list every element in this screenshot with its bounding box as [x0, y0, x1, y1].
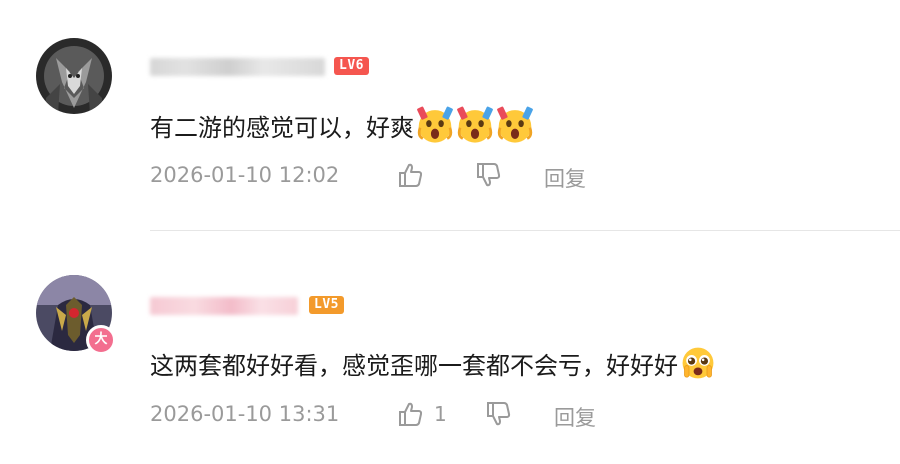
thumbs-down-icon[interactable] [484, 399, 514, 429]
comment-text: 有二游的感觉可以，好爽 [150, 106, 534, 144]
timestamp: 2026-01-10 13:31 [150, 402, 340, 426]
pleading-face-emoji [682, 347, 714, 379]
avatar[interactable] [36, 38, 112, 114]
badge-da-text: 大 [94, 332, 108, 347]
thumbs-up-icon[interactable] [396, 399, 426, 429]
screaming-face-emoji [497, 106, 533, 143]
username-blurred[interactable] [150, 58, 325, 76]
thumbs-down-icon[interactable] [474, 160, 504, 190]
screaming-face-emoji [457, 106, 493, 143]
comment-meta: 2026-01-10 13:31 1 回复 [150, 399, 850, 432]
comment-text-content: 有二游的感觉可以，好爽 [150, 113, 414, 142]
reply-button[interactable]: 回复 [544, 163, 586, 193]
like-count: 1 [434, 402, 447, 426]
comment-text: 这两套都好好看，感觉歪哪一套都不会亏，好好好 [150, 345, 716, 381]
comment-item: 大 LV5 这两套都好好看，感觉歪哪一套都不会亏，好好好 2026-01-10 … [0, 231, 900, 464]
level-badge: LV6 [334, 57, 369, 75]
reply-button[interactable]: 回复 [554, 402, 596, 432]
comment-meta: 2026-01-10 12:02 回复 [150, 160, 850, 193]
comment-item: LV6 有二游的感觉可以，好爽 2026-01-10 12:02 回复 [0, 0, 900, 230]
level-badge: LV5 [309, 296, 344, 314]
badge-da-icon: 大 [86, 325, 116, 355]
timestamp: 2026-01-10 12:02 [150, 163, 340, 187]
comment-text-content: 这两套都好好看，感觉歪哪一套都不会亏，好好好 [150, 351, 678, 380]
thumbs-up-icon[interactable] [396, 160, 426, 190]
username-blurred[interactable] [150, 297, 298, 315]
screaming-face-emoji [417, 106, 453, 143]
